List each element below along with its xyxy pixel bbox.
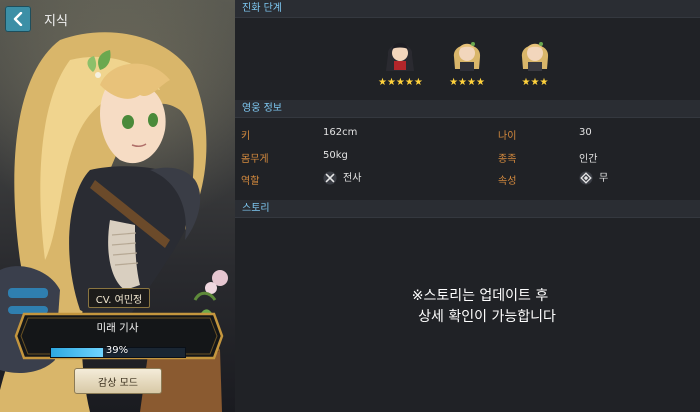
race-value: 인간 [579, 154, 598, 165]
star-rating: ★★★★★ [378, 77, 423, 88]
collection-progress-label: 39% [105, 345, 129, 356]
age-label: 나이 [498, 131, 517, 142]
attribute-value-row: 무 [579, 169, 608, 185]
story-line-2: 상세 확인이 가능합니다 [418, 309, 556, 325]
section-header-story: 스토리 [235, 200, 700, 218]
height-label: 키 [241, 131, 251, 142]
hero-chibi-icon [521, 42, 549, 71]
hero-portrait-panel: 지식 CV. 여민정 미래 기사 39% 감상 모드 [0, 0, 235, 412]
hero-chibi-icon [386, 43, 415, 71]
role-value-row: 전사 [323, 169, 361, 185]
hero-chibi-icon [453, 42, 481, 71]
story-placeholder: ※스토리는 업데이트 후 상세 확인이 가능합니다 [370, 286, 590, 328]
back-button[interactable] [5, 6, 31, 32]
age-value: 30 [579, 127, 592, 138]
hero-title: 미래 기사 [96, 322, 139, 334]
weight-label: 몸무게 [241, 154, 269, 165]
cv-label: CV. 여민정 [88, 288, 150, 308]
role-value: 전사 [343, 173, 362, 184]
view-mode-button[interactable]: 감상 모드 [74, 368, 162, 394]
chevron-left-icon [13, 12, 23, 26]
hero-detail-panel: 진화 단계 ★★★★★ ★★★★ ★★★ 영웅 정보 키 162cm 나이 30… [235, 0, 700, 412]
evolution-stage-2[interactable]: ★★★★ [449, 35, 485, 88]
story-line-1: ※스토리는 업데이트 후 [411, 288, 549, 304]
crossed-swords-icon [323, 171, 337, 185]
section-header-evolution: 진화 단계 [235, 0, 700, 18]
race-label: 종족 [498, 154, 517, 165]
star-rating: ★★★ [521, 77, 549, 88]
page-title: 지식 [44, 14, 68, 29]
evolution-stage-3[interactable]: ★★★ [517, 35, 553, 88]
attribute-value: 무 [599, 173, 609, 184]
evolution-stage-1[interactable]: ★★★★★ [378, 35, 423, 88]
star-rating: ★★★★ [449, 77, 485, 88]
diamond-attribute-icon [579, 171, 593, 185]
height-value: 162cm [323, 127, 358, 138]
role-label: 역할 [241, 176, 260, 187]
attribute-label: 속성 [498, 176, 517, 187]
weight-value: 50kg [323, 150, 348, 161]
section-header-hero-info: 영웅 정보 [235, 100, 700, 118]
